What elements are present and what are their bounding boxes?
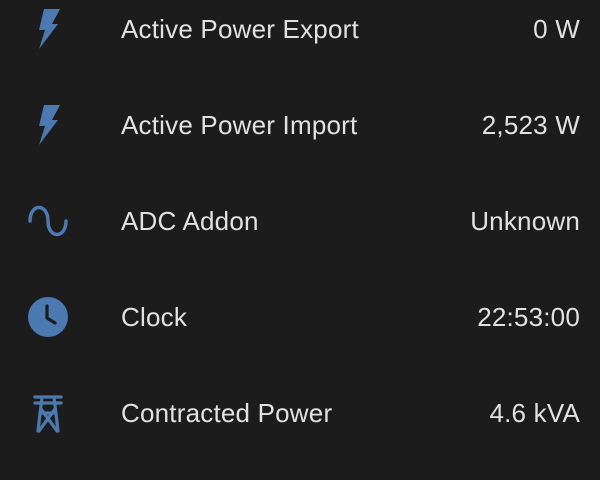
entity-label: Clock — [121, 301, 188, 332]
entity-label: Active Power Import — [121, 109, 358, 140]
entity-list: Active Power Export 0 W Active Power Imp… — [0, 0, 600, 480]
entity-row-clock[interactable]: Clock 22:53:00 — [0, 269, 600, 365]
entity-state: Unknown — [470, 205, 580, 236]
entity-row-active-power-import[interactable]: Active Power Import 2,523 W — [0, 77, 600, 173]
transmission-tower-icon — [26, 391, 70, 435]
entity-state: 22:53:00 — [477, 301, 580, 332]
sine-wave-icon — [26, 199, 70, 243]
clock-icon — [26, 295, 70, 339]
entity-state: 2,523 W — [481, 109, 580, 140]
entity-label: ADC Addon — [121, 205, 259, 236]
entity-state: 0 W — [533, 13, 580, 44]
entity-row-active-power-export[interactable]: Active Power Export 0 W — [0, 0, 600, 77]
entity-row-contracted-power[interactable]: Contracted Power 4.6 kVA — [0, 365, 600, 461]
entity-label: Contracted Power — [121, 397, 333, 428]
flash-icon — [26, 7, 70, 51]
entity-row-adc-addon[interactable]: ADC Addon Unknown — [0, 173, 600, 269]
entity-label: Active Power Export — [121, 13, 359, 44]
flash-icon — [26, 103, 70, 147]
entity-state: 4.6 kVA — [489, 397, 580, 428]
